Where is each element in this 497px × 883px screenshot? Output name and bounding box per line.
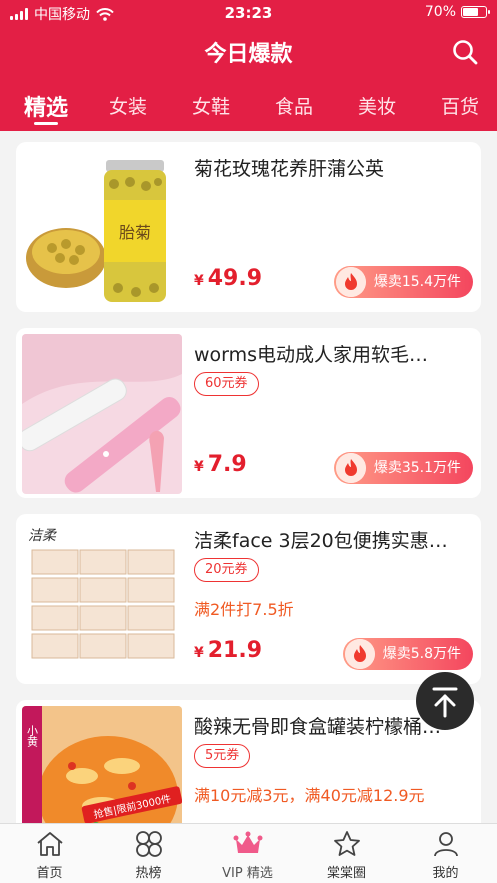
nav-circle[interactable]: 棠棠圈 — [297, 824, 396, 883]
hot-sales-text: 爆卖15.4万件 — [373, 274, 461, 290]
nav-vip[interactable]: VIP 精选 — [198, 824, 297, 883]
product-image-tissue-packs: 洁柔 — [22, 520, 182, 680]
coupon-badge: 5元券 — [194, 744, 251, 768]
nav-hot-list-label: 热榜 — [135, 866, 162, 881]
crown-icon — [233, 831, 263, 853]
nav-vip-label: VIP 精选 — [222, 866, 273, 881]
nav-home[interactable]: 首页 — [0, 824, 99, 883]
promo-text: 满2件打7.5折 — [194, 600, 294, 619]
brand-logo-text: 洁柔 — [28, 528, 58, 544]
flame-icon — [344, 639, 375, 669]
hot-sales-badge: 爆卖15.4万件 — [333, 266, 473, 298]
grid-icon — [136, 831, 162, 857]
product-price: ¥21.9 — [194, 638, 262, 663]
product-name: worms电动成人家用软毛… — [194, 344, 429, 366]
tab-meizhuang[interactable]: 美妆 — [358, 92, 396, 119]
status-bar: 中国移动 23:23 70% — [0, 0, 497, 26]
back-to-top-button[interactable] — [416, 672, 474, 730]
header: 中国移动 23:23 70% 今日爆款 精选 女装 女鞋 食品 美妆 百货 — [0, 0, 497, 131]
nav-hot-list[interactable]: 热榜 — [99, 824, 198, 883]
promo-text: 满10元减3元，满40元减12.9元 — [194, 786, 425, 805]
tab-baihuo[interactable]: 百货 — [441, 92, 479, 119]
hot-sales-badge: 爆卖35.1万件 — [333, 452, 473, 484]
battery-label: 70% — [424, 4, 456, 20]
hot-sales-badge: 爆卖5.8万件 — [342, 638, 473, 670]
user-icon — [434, 832, 458, 857]
price-value: 49.9 — [207, 266, 263, 291]
price-value: 7.9 — [207, 452, 247, 477]
battery-icon — [461, 6, 490, 18]
nav-home-label: 首页 — [36, 866, 63, 881]
currency-symbol: ¥ — [194, 273, 204, 289]
product-name: 菊花玫瑰花养肝蒲公英 — [194, 158, 385, 180]
status-right: 70% — [424, 4, 490, 20]
tab-nvzhuang[interactable]: 女装 — [109, 92, 147, 119]
nav-mine[interactable]: 我的 — [396, 824, 495, 883]
product-image-electric-toothbrush — [22, 334, 182, 494]
product-price: ¥7.9 — [194, 452, 247, 477]
flame-icon — [335, 267, 366, 297]
nav-mine-label: 我的 — [432, 866, 459, 881]
status-time: 23:23 — [224, 4, 273, 22]
product-name: 洁柔face 3层20包便携实惠… — [194, 530, 448, 552]
tab-jingxuan[interactable]: 精选 — [24, 90, 68, 122]
nav-circle-label: 棠棠圈 — [326, 866, 366, 881]
product-card[interactable]: 洁柔 洁柔face 3层20包便携实惠… 20元券 满2件打7.5折 ¥21.9… — [16, 514, 481, 684]
home-icon — [37, 832, 63, 856]
product-price: ¥49.9 — [194, 266, 262, 291]
tab-shipin[interactable]: 食品 — [275, 92, 313, 119]
flame-icon — [335, 453, 366, 483]
currency-symbol: ¥ — [194, 459, 204, 475]
brand-tag-text: 小黄 — [26, 725, 39, 748]
product-card[interactable]: 胎菊 菊花玫瑰花养肝蒲公英 ¥49.9 爆卖15.4万件 — [16, 142, 481, 312]
page-title: 今日爆款 — [204, 42, 293, 67]
category-tabs: 精选 女装 女鞋 食品 美妆 百货 — [0, 88, 497, 128]
search-icon[interactable] — [451, 38, 479, 66]
bottom-nav: 首页 热榜 VIP 精选 棠棠圈 我的 — [0, 823, 497, 883]
tab-nvxie[interactable]: 女鞋 — [192, 92, 230, 119]
star-icon — [334, 831, 360, 856]
hot-sales-text: 爆卖35.1万件 — [373, 460, 461, 476]
battery-level — [463, 8, 479, 16]
jar-label-text: 胎菊 — [119, 223, 151, 242]
hot-sales-text: 爆卖5.8万件 — [382, 646, 461, 662]
arrow-up-icon — [432, 687, 458, 718]
product-image-chrysanthemum-tea: 胎菊 — [22, 148, 182, 308]
coupon-badge: 20元券 — [194, 558, 259, 582]
currency-symbol: ¥ — [194, 645, 204, 661]
price-value: 21.9 — [207, 638, 263, 663]
coupon-badge: 60元券 — [194, 372, 259, 396]
product-card[interactable]: worms电动成人家用软毛… 60元券 ¥7.9 爆卖35.1万件 — [16, 328, 481, 498]
active-tab-indicator — [34, 122, 58, 125]
